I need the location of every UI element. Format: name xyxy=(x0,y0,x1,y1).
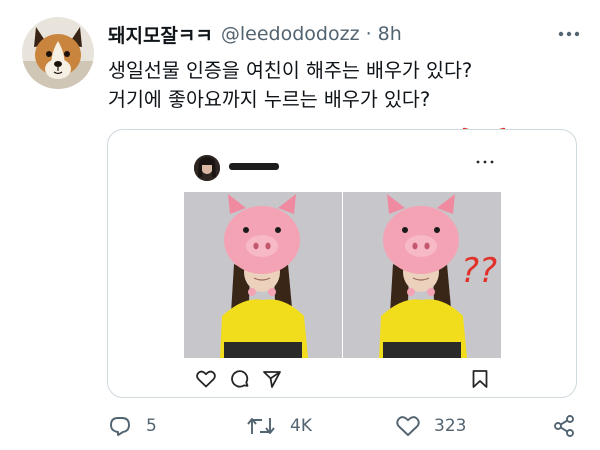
share-button[interactable] xyxy=(552,408,576,444)
photo-pig-hat-right: ?? xyxy=(343,192,501,358)
reply-count: 5 xyxy=(146,416,157,436)
timestamp[interactable]: 8h xyxy=(378,23,402,45)
embedded-more-icon xyxy=(476,160,494,164)
embedded-avatar xyxy=(194,155,220,181)
display-name[interactable]: 돼지모잘ㅋㅋ xyxy=(108,21,213,48)
bookmark-icon xyxy=(469,368,491,390)
reply-icon xyxy=(110,417,130,436)
tweet-header: 돼지모잘ㅋㅋ @leedododozz · 8h xyxy=(108,19,580,49)
separator-dot: · xyxy=(365,23,372,45)
heart-outline-icon xyxy=(195,368,217,390)
retweet-icon xyxy=(247,418,275,434)
retweet-button[interactable]: 4K xyxy=(246,408,312,444)
more-options-icon[interactable] xyxy=(558,23,580,45)
tweet-text-line: 거기에 좋아요까지 누르는 배우가 있다? xyxy=(108,88,431,111)
tweet-action-bar: 5 4K 323 xyxy=(100,408,590,444)
like-icon xyxy=(396,416,420,436)
like-button[interactable]: 323 xyxy=(396,408,466,444)
embedded-username-redacted xyxy=(229,163,279,170)
dog-avatar-image xyxy=(22,17,94,89)
user-handle[interactable]: @leedododozz xyxy=(221,23,360,45)
retweet-count: 4K xyxy=(290,416,312,436)
avatar[interactable] xyxy=(22,17,94,89)
tweet[interactable]: 돼지모잘ㅋㅋ @leedododozz · 8h 생일선물 인증을 여친이 해주… xyxy=(0,0,600,450)
media-card[interactable]: ?? xyxy=(107,129,577,398)
question-marks-annotation: ?? xyxy=(461,251,497,291)
tweet-text-line: 생일선물 인증을 여친이 해주는 배우가 있다? xyxy=(108,59,473,82)
share-icon xyxy=(554,415,574,437)
tweet-text: 생일선물 인증을 여친이 해주는 배우가 있다? 거기에 좋아요까지 누르는 배… xyxy=(108,56,578,114)
like-count: 323 xyxy=(434,416,467,436)
send-icon xyxy=(261,368,283,390)
photo-pig-hat-left xyxy=(184,192,342,358)
comment-icon xyxy=(229,368,251,390)
reply-button[interactable]: 5 xyxy=(108,408,157,444)
